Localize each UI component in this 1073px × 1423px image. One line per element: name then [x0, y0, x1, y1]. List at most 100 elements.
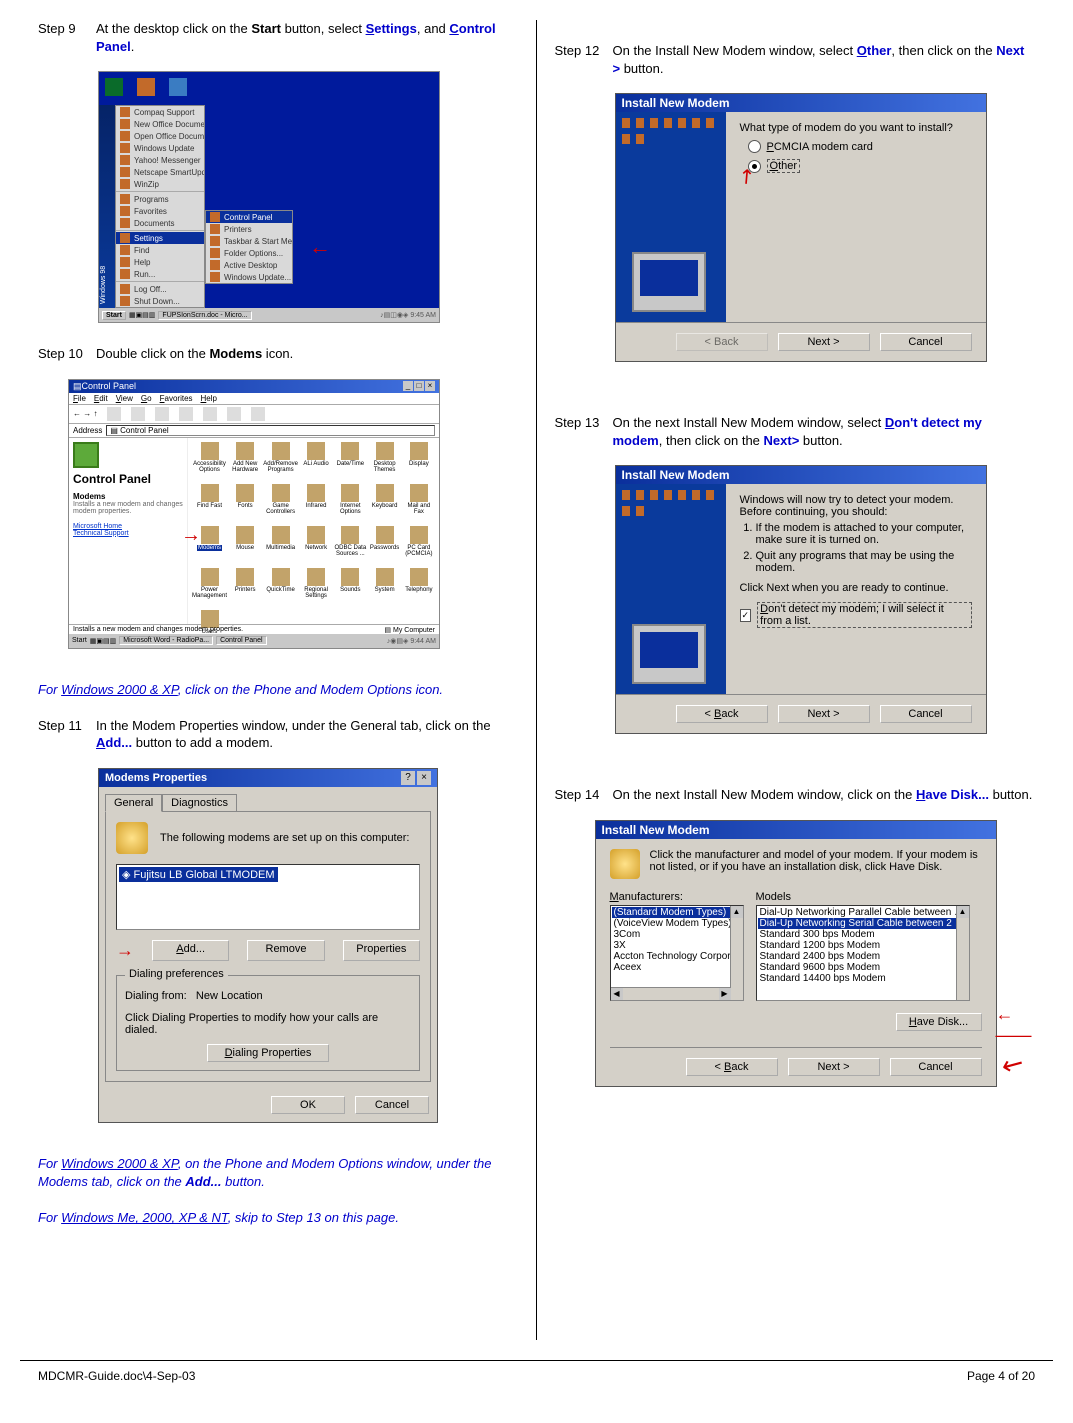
start-button[interactable]: Start	[72, 637, 87, 644]
submenu-item[interactable]: Printers	[206, 223, 292, 235]
list-item[interactable]: Dial-Up Networking Serial Cable between …	[758, 918, 968, 929]
cp-icon[interactable]: Regional Settings	[300, 568, 332, 608]
menu-item[interactable]: Yahoo! Messenger	[116, 154, 204, 166]
properties-icon[interactable]	[227, 407, 241, 421]
list-item[interactable]: Dial-Up Networking Parallel Cable betwee…	[758, 907, 968, 918]
cp-icon[interactable]: Mouse	[229, 526, 261, 566]
properties-button[interactable]: Properties	[343, 940, 420, 961]
cp-icon[interactable]: Fonts	[229, 484, 261, 524]
cp-icon[interactable]: ALi Audio	[300, 442, 332, 482]
tech-support-link[interactable]: Technical Support	[73, 530, 183, 537]
menu-item[interactable]: Run...	[116, 268, 204, 280]
list-item[interactable]: 3Com	[612, 929, 742, 940]
delete-icon[interactable]	[203, 407, 217, 421]
menu-item[interactable]: Settings	[116, 232, 204, 244]
manufacturers-list[interactable]: (Standard Modem Types)(VoiceView Modem T…	[610, 905, 744, 1001]
cancel-button[interactable]: Cancel	[890, 1058, 982, 1076]
menu-item[interactable]: Find	[116, 244, 204, 256]
menu-item[interactable]: WinZip	[116, 178, 204, 190]
submenu-item[interactable]: Taskbar & Start Menu...	[206, 235, 292, 247]
menu-item[interactable]: Documents	[116, 217, 204, 229]
menu-file[interactable]: File	[73, 394, 86, 403]
close-button[interactable]: ×	[425, 381, 435, 391]
cp-icon[interactable]: QuickTime	[263, 568, 298, 608]
ok-button[interactable]: OK	[271, 1096, 345, 1114]
cp-icon[interactable]: Mail and Fax	[403, 484, 435, 524]
copy-icon[interactable]	[131, 407, 145, 421]
menu-item[interactable]: Log Off...	[116, 283, 204, 295]
submenu-item[interactable]: Windows Update...	[206, 271, 292, 283]
cancel-button[interactable]: Cancel	[355, 1096, 429, 1114]
cp-icon[interactable]: Printers	[229, 568, 261, 608]
taskbar-task[interactable]: Microsoft Word - RadioPa...	[119, 636, 213, 645]
tab-diagnostics[interactable]: Diagnostics	[162, 794, 237, 811]
taskbar-task[interactable]: FUPSIonScrn.doc - Micro...	[158, 311, 251, 320]
have-disk-button[interactable]: Have Disk...	[896, 1013, 982, 1031]
cp-icon[interactable]: Find Fast	[192, 484, 227, 524]
scroll-right-icon[interactable]: ▶	[719, 988, 731, 1000]
menu-favorites[interactable]: Favorites	[160, 394, 193, 403]
models-list[interactable]: Dial-Up Networking Parallel Cable betwee…	[756, 905, 970, 1001]
list-item[interactable]: (Standard Modem Types)	[612, 907, 742, 918]
menu-help[interactable]: Help	[201, 394, 217, 403]
list-item[interactable]: (VoiceView Modem Types)	[612, 918, 742, 929]
cp-icon[interactable]: Power Management	[192, 568, 227, 608]
cut-icon[interactable]	[107, 407, 121, 421]
start-button[interactable]: Start	[102, 311, 126, 320]
cp-icon[interactable]: Keyboard	[368, 484, 400, 524]
submenu-item[interactable]: Folder Options...	[206, 247, 292, 259]
next-button[interactable]: Next >	[778, 333, 870, 351]
cp-icon[interactable]: System	[368, 568, 400, 608]
cp-icon[interactable]: Accessibility Options	[192, 442, 227, 482]
cp-icon[interactable]: Add/Remove Programs	[263, 442, 298, 482]
close-button[interactable]: ×	[417, 771, 431, 785]
radio-pcmcia[interactable]: PCMCIA modem card	[748, 140, 972, 153]
address-field[interactable]: ▤ Control Panel	[106, 425, 435, 436]
cp-icon[interactable]: Passwords	[368, 526, 400, 566]
cancel-button[interactable]: Cancel	[880, 333, 972, 351]
cp-icon[interactable]: PC Card (PCMCIA)	[403, 526, 435, 566]
cp-icon[interactable]: Internet Options	[334, 484, 366, 524]
next-button[interactable]: Next >	[778, 705, 870, 723]
list-item[interactable]: Aceex	[612, 962, 742, 973]
radio-other[interactable]: Other	[748, 159, 972, 173]
checkbox-dont-detect[interactable]: ✓ Don't detect my modem; I will select i…	[740, 602, 972, 628]
paste-icon[interactable]	[155, 407, 169, 421]
menu-item[interactable]: Programs	[116, 193, 204, 205]
help-button[interactable]: ?	[401, 771, 415, 785]
back-button[interactable]: < Back	[676, 705, 768, 723]
list-item[interactable]: Standard 2400 bps Modem	[758, 951, 968, 962]
menu-item[interactable]: Compaq Support	[116, 106, 204, 118]
menu-item[interactable]: New Office Document	[116, 118, 204, 130]
scroll-up-icon[interactable]: ▲	[731, 906, 743, 918]
list-item[interactable]: 3X	[612, 940, 742, 951]
cp-icon[interactable]: Add New Hardware	[229, 442, 261, 482]
list-item[interactable]: Standard 9600 bps Modem	[758, 962, 968, 973]
list-item[interactable]: ◈ Fujitsu LB Global LTMODEM	[119, 867, 278, 882]
modem-list[interactable]: ◈ Fujitsu LB Global LTMODEM	[116, 864, 420, 930]
cp-icon[interactable]: Network	[300, 526, 332, 566]
cp-icon[interactable]: ODBC Data Sources ...	[334, 526, 366, 566]
next-button[interactable]: Next >	[788, 1058, 880, 1076]
cancel-button[interactable]: Cancel	[880, 705, 972, 723]
list-item[interactable]: Standard 1200 bps Modem	[758, 940, 968, 951]
cp-icon[interactable]: Multimedia	[263, 526, 298, 566]
cp-icon[interactable]: Date/Time	[334, 442, 366, 482]
cp-icon[interactable]: Sounds	[334, 568, 366, 608]
cp-icon[interactable]: Telephony	[403, 568, 435, 608]
desktop-icon[interactable]	[169, 78, 187, 96]
submenu-item[interactable]: Control Panel	[206, 211, 292, 223]
tab-general[interactable]: General	[105, 794, 162, 812]
back-button[interactable]: < Back	[686, 1058, 778, 1076]
cp-icon[interactable]: Display	[403, 442, 435, 482]
menu-edit[interactable]: Edit	[94, 394, 108, 403]
menu-item[interactable]: Favorites	[116, 205, 204, 217]
list-item[interactable]: Accton Technology Corpor	[612, 951, 742, 962]
views-icon[interactable]	[251, 407, 265, 421]
desktop-icon[interactable]	[137, 78, 155, 96]
menu-view[interactable]: View	[116, 394, 133, 403]
menu-item[interactable]: Netscape SmartUpdate	[116, 166, 204, 178]
menu-item[interactable]: Windows Update	[116, 142, 204, 154]
desktop-icon[interactable]	[105, 78, 123, 96]
cp-icon[interactable]: Infrared	[300, 484, 332, 524]
